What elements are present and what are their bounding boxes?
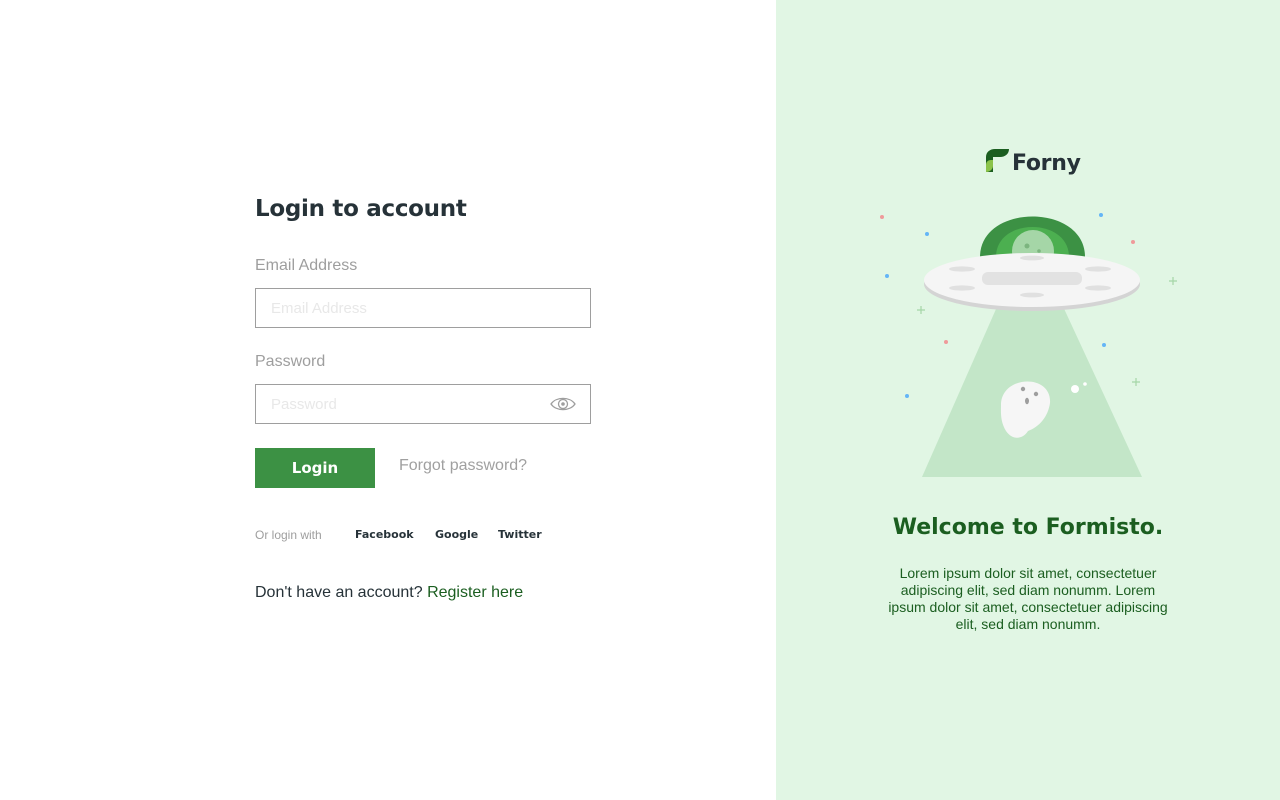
social-login-prefix: Or login with [255, 528, 322, 542]
email-field[interactable] [255, 288, 591, 328]
leaf-logo-icon [984, 148, 1010, 178]
register-prompt-text: Don't have an account? [255, 584, 423, 601]
eye-icon[interactable] [549, 394, 577, 414]
twitter-login-link[interactable]: Twitter [498, 528, 542, 541]
ufo-ghost-illustration [880, 213, 1177, 477]
password-label: Password [255, 353, 326, 370]
brand-name: Forny [1012, 150, 1081, 176]
welcome-text: Lorem ipsum dolor sit amet, consectetuer… [888, 565, 1168, 632]
login-panel: Login to account Email Address Password … [0, 0, 776, 800]
page-title: Login to account [255, 196, 467, 222]
register-link[interactable]: Register here [427, 584, 523, 601]
welcome-title: Welcome to Formisto. [892, 515, 1164, 540]
email-label: Email Address [255, 257, 358, 274]
brand-logo: Forny [984, 148, 1081, 178]
facebook-login-link[interactable]: Facebook [355, 528, 414, 541]
register-prompt: Don't have an account? Register here [255, 584, 523, 602]
forgot-password-link[interactable]: Forgot password? [399, 457, 527, 475]
login-button[interactable]: Login [255, 448, 375, 488]
password-field[interactable] [255, 384, 591, 424]
google-login-link[interactable]: Google [435, 528, 478, 541]
